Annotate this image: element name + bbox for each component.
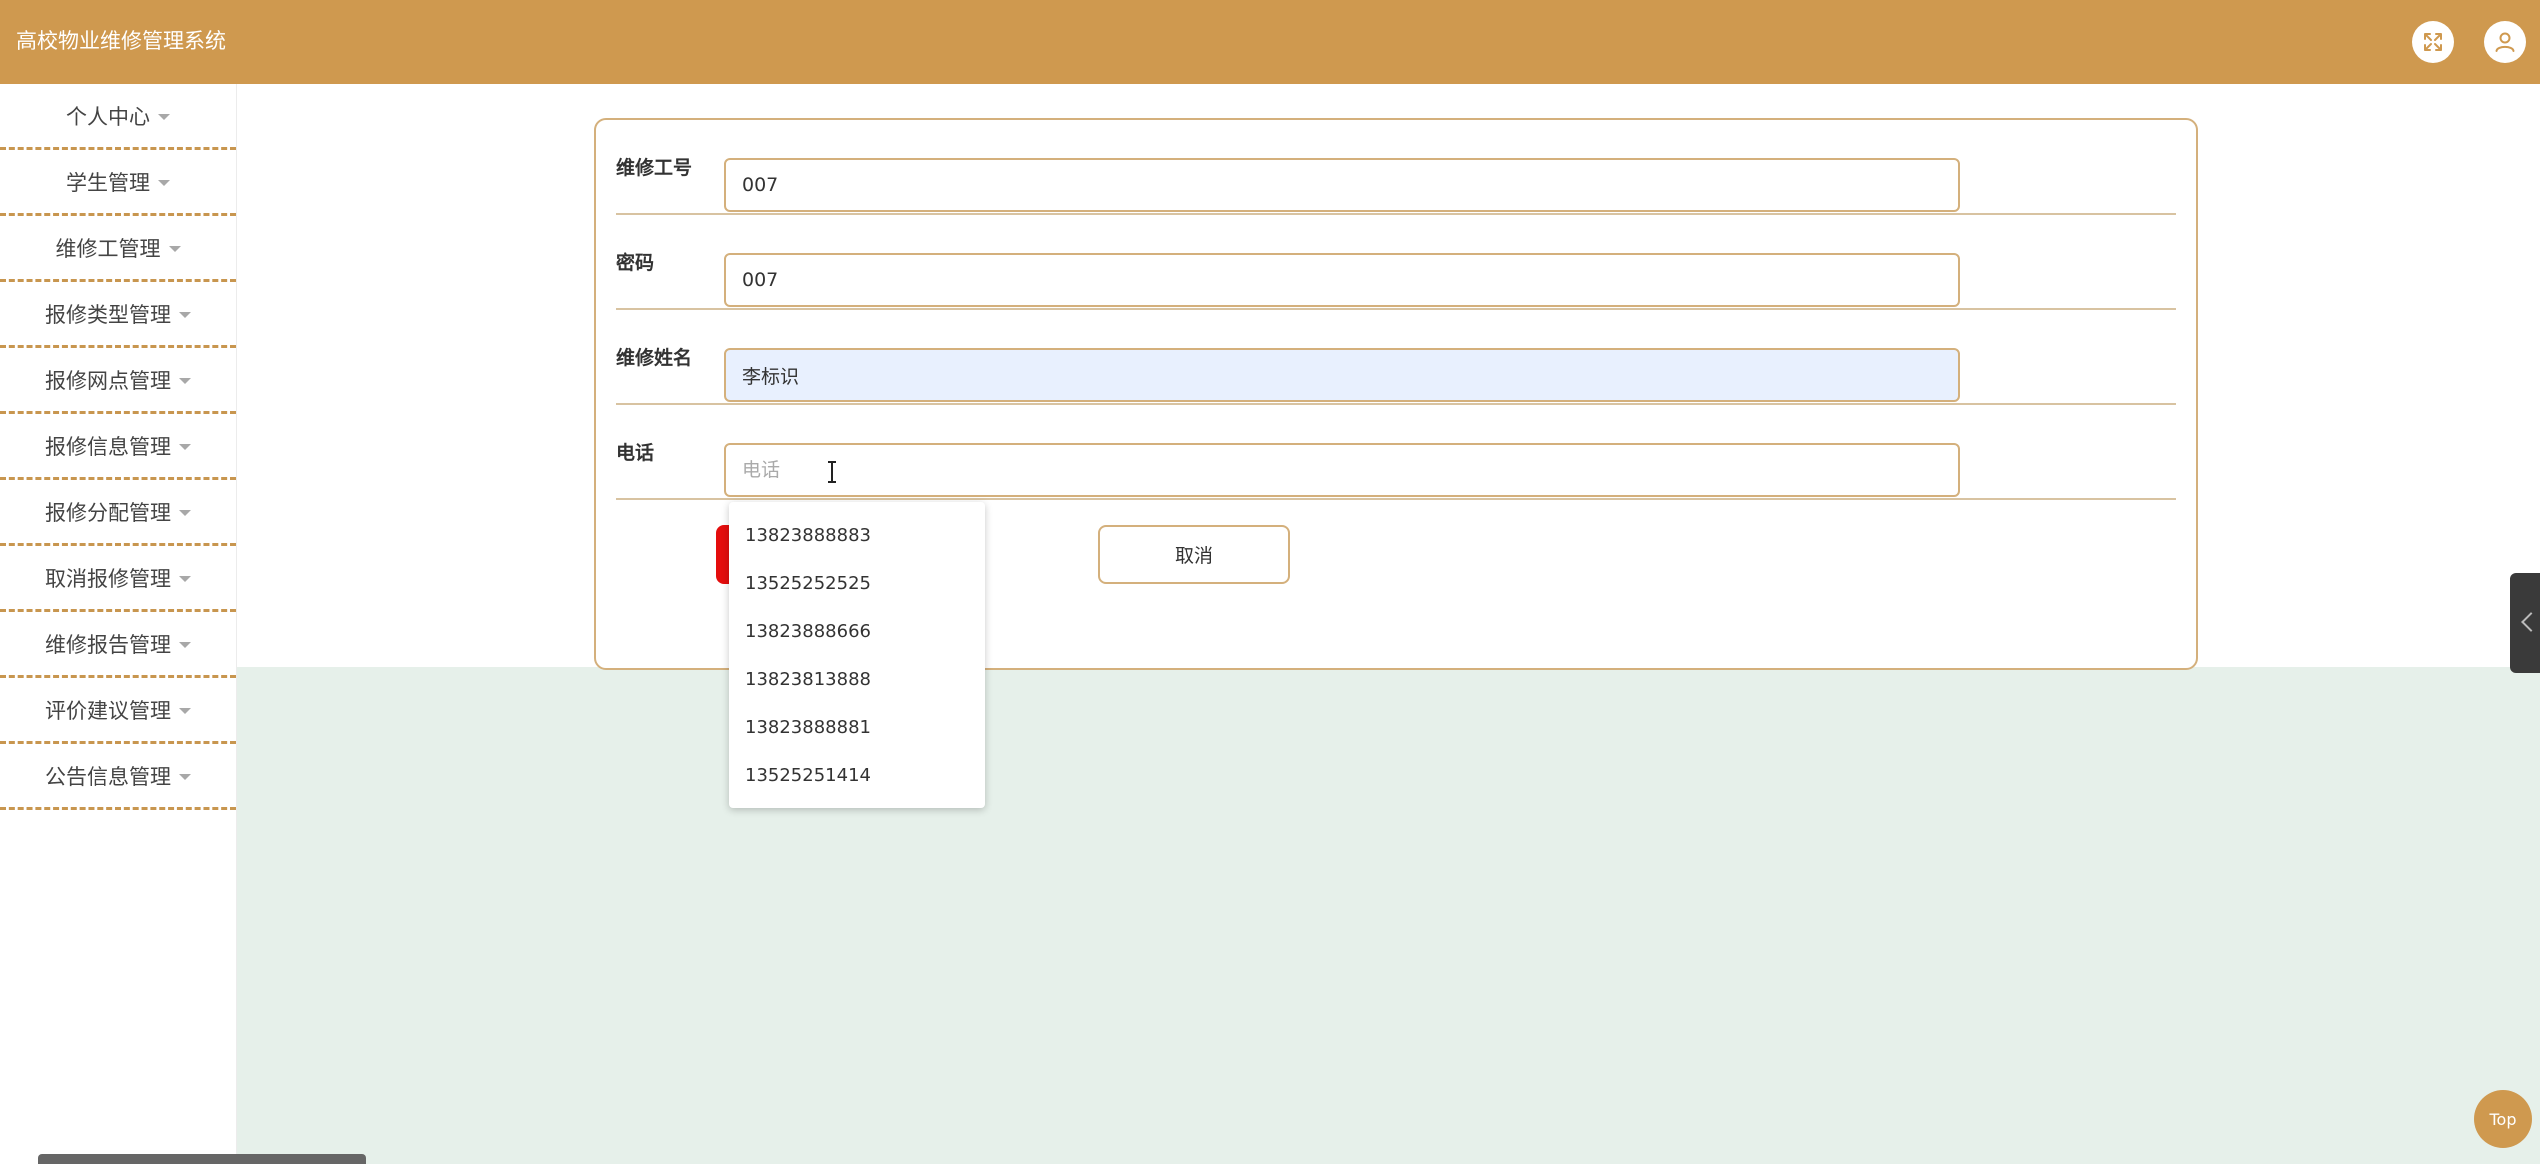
fullscreen-icon[interactable] xyxy=(2412,21,2454,63)
sidebar-item-repair-types[interactable]: 报修类型管理 xyxy=(0,282,236,348)
phone-autocomplete-list: 13823888883 13525252525 13823888666 1382… xyxy=(729,502,985,808)
back-to-top-button[interactable]: Top xyxy=(2474,1090,2532,1148)
sidebar-item-repair-assignment[interactable]: 报修分配管理 xyxy=(0,480,236,546)
sidebar-item-label: 维修报告管理 xyxy=(45,632,171,657)
sidebar-item-label: 报修信息管理 xyxy=(45,434,171,459)
caret-down-icon xyxy=(179,641,191,648)
password-input[interactable] xyxy=(724,253,1960,307)
caret-down-icon xyxy=(158,179,170,186)
autocomplete-option[interactable]: 13823888881 xyxy=(729,704,985,752)
cancel-button[interactable]: 取消 xyxy=(1098,525,1290,584)
caret-down-icon xyxy=(179,773,191,780)
password-label: 密码 xyxy=(616,252,655,274)
sidebar-item-feedback[interactable]: 评价建议管理 xyxy=(0,678,236,744)
phone-input[interactable] xyxy=(724,443,1960,497)
sidebar-item-repair-reports[interactable]: 维修报告管理 xyxy=(0,612,236,678)
autocomplete-option[interactable]: 13525251414 xyxy=(729,752,985,800)
caret-down-icon xyxy=(179,311,191,318)
sidebar-item-label: 学生管理 xyxy=(66,170,150,195)
caret-down-icon xyxy=(179,575,191,582)
form-row-password: 密码 xyxy=(616,215,2176,310)
horizontal-scrollbar[interactable] xyxy=(38,1154,366,1164)
sidebar-item-repair-info[interactable]: 报修信息管理 xyxy=(0,414,236,480)
sidebar-item-students[interactable]: 学生管理 xyxy=(0,150,236,216)
user-icon[interactable] xyxy=(2484,21,2526,63)
sidebar-item-label: 报修分配管理 xyxy=(45,500,171,525)
sidebar-item-cancel-repair[interactable]: 取消报修管理 xyxy=(0,546,236,612)
caret-down-icon xyxy=(179,707,191,714)
phone-label: 电话 xyxy=(616,442,655,464)
app-title: 高校物业维修管理系统 xyxy=(16,29,226,53)
worker-id-input[interactable] xyxy=(724,158,1960,212)
sidebar-item-repair-sites[interactable]: 报修网点管理 xyxy=(0,348,236,414)
caret-down-icon xyxy=(158,113,170,120)
autocomplete-option[interactable]: 13525252525 xyxy=(729,560,985,608)
content-background xyxy=(237,667,2540,1164)
worker-name-label: 维修姓名 xyxy=(616,347,693,369)
caret-down-icon xyxy=(168,245,181,252)
text-cursor-icon xyxy=(828,461,836,483)
sidebar-item-label: 维修工管理 xyxy=(55,236,161,261)
top-header: 高校物业维修管理系统 xyxy=(0,0,2540,84)
form-row-worker-id: 维修工号 xyxy=(616,120,2176,215)
sidebar-item-announcements[interactable]: 公告信息管理 xyxy=(0,744,236,810)
caret-down-icon xyxy=(179,509,191,516)
sidebar-item-personal-center[interactable]: 个人中心 xyxy=(0,84,236,150)
caret-down-icon xyxy=(179,377,191,384)
chevron-left-icon xyxy=(2521,612,2540,632)
autocomplete-option[interactable]: 13823888666 xyxy=(729,608,985,656)
caret-down-icon xyxy=(179,443,191,450)
sidebar-item-label: 报修网点管理 xyxy=(45,368,171,393)
sidebar-item-label: 评价建议管理 xyxy=(45,698,171,723)
side-panel-toggle[interactable] xyxy=(2510,573,2540,673)
form-row-worker-name: 维修姓名 xyxy=(616,310,2176,405)
worker-name-input[interactable] xyxy=(724,348,1960,402)
sidebar-item-label: 报修类型管理 xyxy=(45,302,171,327)
sidebar-item-label: 公告信息管理 xyxy=(45,764,171,789)
autocomplete-option[interactable]: 13823813888 xyxy=(729,656,985,704)
form-row-phone: 电话 xyxy=(616,405,2176,500)
worker-id-label: 维修工号 xyxy=(616,157,693,179)
autocomplete-option[interactable]: 13823888883 xyxy=(729,512,985,560)
sidebar-item-label: 取消报修管理 xyxy=(45,566,171,591)
sidebar-menu: 个人中心 学生管理 维修工管理 报修类型管理 报修网点管理 报修信息管理 报修分… xyxy=(0,84,237,1164)
sidebar-item-label: 个人中心 xyxy=(66,104,150,129)
sidebar-item-repair-workers[interactable]: 维修工管理 xyxy=(0,216,236,282)
